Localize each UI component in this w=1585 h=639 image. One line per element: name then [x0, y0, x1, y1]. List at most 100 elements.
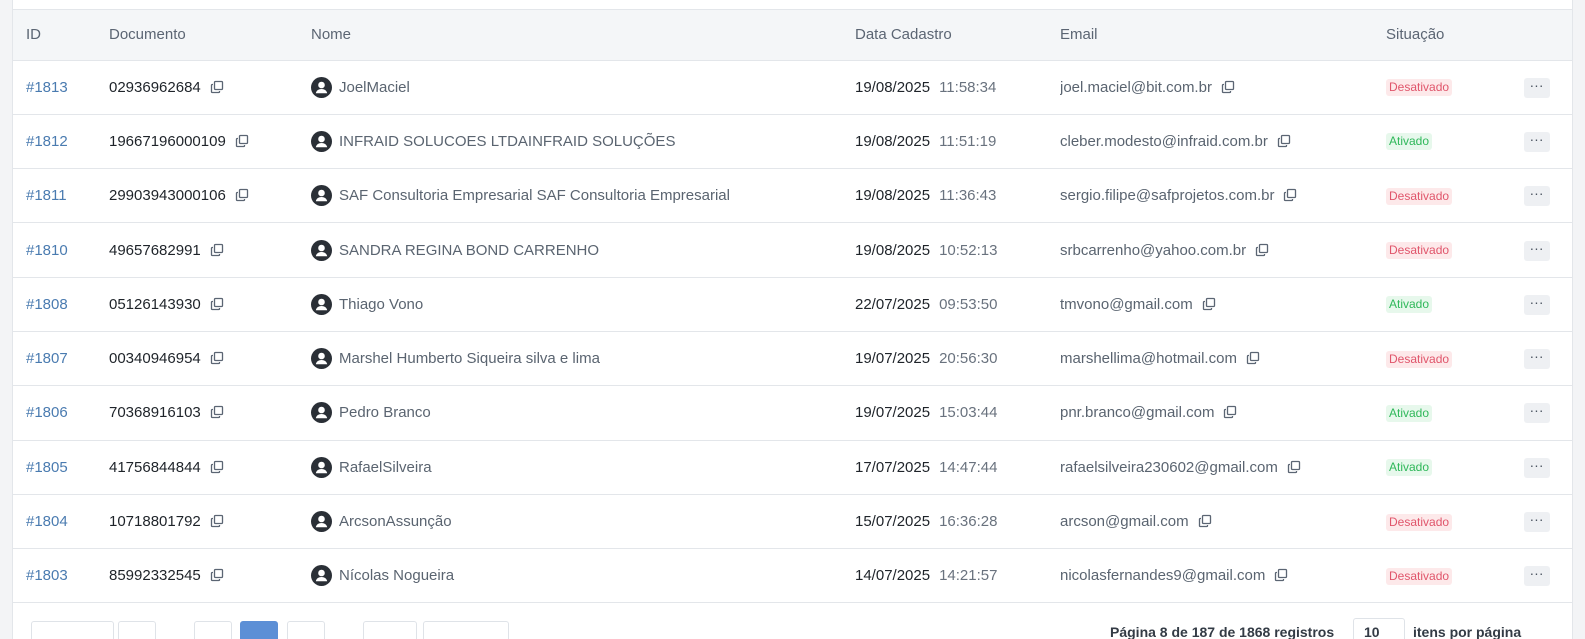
- copy-icon[interactable]: [1246, 351, 1260, 365]
- header-data-cadastro[interactable]: Data Cadastro: [855, 10, 1060, 61]
- copy-icon[interactable]: [210, 514, 224, 528]
- pagination-last-button[interactable]: [423, 621, 509, 639]
- row-id-link[interactable]: #1808: [26, 296, 68, 313]
- pagination-info: Página 8 de 187 de 1868 registros: [1110, 624, 1335, 639]
- row-nome: Pedro Branco: [339, 404, 431, 422]
- header-nome[interactable]: Nome: [311, 10, 855, 61]
- more-icon[interactable]: ···: [1523, 77, 1550, 98]
- table-row: #1811 29903943000106 SAF Consultoria Empre…: [13, 168, 1572, 224]
- copy-icon[interactable]: [1283, 188, 1297, 202]
- copy-icon[interactable]: [1274, 568, 1288, 582]
- table-row: #1807 00340946954 Marshel Humberto Siqueir…: [13, 331, 1572, 387]
- row-id-link[interactable]: #1804: [26, 513, 68, 530]
- copy-icon[interactable]: [210, 297, 224, 311]
- status-badge: Desativado: [1386, 350, 1453, 368]
- row-hora: 10:52:13: [939, 241, 998, 259]
- row-documento: 41756844844: [109, 458, 201, 476]
- row-data: 19/08/2025: [855, 132, 931, 150]
- row-data: 15/07/2025: [855, 513, 931, 531]
- row-email: srbcarrenho@yahoo.com.br: [1060, 241, 1247, 259]
- row-hora: 11:36:43: [939, 187, 997, 205]
- row-data: 19/08/2025: [855, 187, 931, 205]
- row-email: nicolasfernandes9@gmail.com: [1060, 567, 1266, 585]
- copy-icon[interactable]: [210, 460, 224, 474]
- copy-icon[interactable]: [1221, 80, 1235, 94]
- more-icon[interactable]: ···: [1523, 457, 1550, 478]
- more-icon[interactable]: ···: [1523, 349, 1550, 370]
- status-badge: Desativado: [1386, 79, 1453, 97]
- more-icon[interactable]: ···: [1523, 566, 1550, 587]
- row-id-link[interactable]: #1806: [26, 404, 68, 421]
- row-id-link[interactable]: #1813: [26, 79, 68, 96]
- more-icon[interactable]: ···: [1523, 512, 1550, 533]
- row-id-link[interactable]: #1805: [26, 459, 68, 476]
- row-data: 19/07/2025: [855, 350, 931, 368]
- copy-icon[interactable]: [210, 243, 224, 257]
- copy-icon[interactable]: [1287, 460, 1301, 474]
- copy-icon[interactable]: [235, 188, 249, 202]
- row-id-link[interactable]: #1810: [26, 242, 68, 259]
- row-data: 22/07/2025: [855, 295, 931, 313]
- row-nome: SANDRA REGINA BOND CARRENHO: [339, 241, 600, 259]
- row-hora: 09:53:50: [939, 295, 998, 313]
- pagination-prev-button[interactable]: [118, 621, 156, 639]
- table-row: #1805 41756844844 RafaelSilveira 17/07/2025…: [13, 440, 1572, 495]
- row-id-link[interactable]: #1812: [26, 133, 68, 150]
- copy-icon[interactable]: [1198, 514, 1212, 528]
- header-documento[interactable]: Documento: [109, 10, 311, 61]
- copy-icon[interactable]: [210, 351, 224, 365]
- row-data: 14/07/2025: [855, 567, 931, 585]
- copy-icon[interactable]: [1255, 243, 1269, 257]
- status-badge: Desativado: [1386, 187, 1453, 205]
- table-row: #1810 49657682991 SANDRA REGINA BOND CARRE…: [13, 222, 1572, 278]
- row-hora: 20:56:30: [939, 350, 998, 368]
- status-badge: Desativado: [1386, 513, 1453, 531]
- row-nome: Nícolas Nogueira: [339, 567, 455, 585]
- per-page-label: itens por página: [1413, 624, 1522, 639]
- pagination-page-button[interactable]: [287, 621, 325, 639]
- table-row: #1808 05126143930 Thiago Vono 22/07/2025 09:…: [13, 277, 1572, 332]
- user-avatar-icon: [311, 402, 332, 424]
- row-id-link[interactable]: #1803: [26, 567, 68, 584]
- copy-icon[interactable]: [210, 80, 224, 94]
- copy-icon[interactable]: [1202, 297, 1216, 311]
- more-icon[interactable]: ···: [1523, 240, 1550, 261]
- row-documento: 05126143930: [109, 295, 201, 313]
- pagination-current-page-button[interactable]: [240, 621, 278, 639]
- copy-icon[interactable]: [1277, 134, 1291, 148]
- copy-icon[interactable]: [210, 405, 224, 419]
- header-id[interactable]: ID: [13, 10, 109, 61]
- row-id-link[interactable]: #1807: [26, 350, 68, 367]
- more-icon[interactable]: ···: [1523, 186, 1550, 207]
- row-documento: 00340946954: [109, 350, 201, 368]
- row-data: 19/08/2025: [855, 241, 931, 259]
- user-avatar-icon: [311, 565, 332, 587]
- row-data: 19/07/2025: [855, 404, 931, 422]
- copy-icon[interactable]: [210, 568, 224, 582]
- row-email: tmvono@gmail.com: [1060, 295, 1193, 313]
- row-email: joel.maciel@bit.com.br: [1060, 78, 1212, 96]
- table-row: #1813 02936962684 JoelMaciel 19/08/2025 11:5…: [13, 60, 1572, 115]
- row-hora: 14:21:57: [939, 567, 998, 585]
- per-page-select[interactable]: 10: [1353, 618, 1405, 639]
- more-icon[interactable]: ···: [1523, 294, 1550, 315]
- row-email: marshellima@hotmail.com: [1060, 350, 1237, 368]
- table-row: #1804 10718801792 ArcsonAssunção 15/07/2025…: [13, 494, 1572, 550]
- row-id-link[interactable]: #1811: [26, 187, 67, 204]
- copy-icon[interactable]: [235, 134, 249, 148]
- more-icon[interactable]: ···: [1523, 131, 1550, 152]
- row-nome: RafaelSilveira: [339, 458, 432, 476]
- pagination-first-button[interactable]: [31, 621, 114, 639]
- header-email[interactable]: Email: [1060, 10, 1386, 61]
- status-badge: Ativado: [1386, 296, 1433, 314]
- copy-icon[interactable]: [1223, 405, 1237, 419]
- pagination-next-button[interactable]: [363, 621, 417, 639]
- row-email: rafaelsilveira230602@gmail.com: [1060, 458, 1278, 476]
- header-situacao[interactable]: Situação: [1386, 10, 1501, 61]
- row-email: pnr.branco@gmail.com: [1060, 404, 1215, 422]
- pagination-page-button[interactable]: [194, 621, 232, 639]
- row-email: cleber.modesto@infraid.com.br: [1060, 132, 1268, 150]
- more-icon[interactable]: ···: [1523, 403, 1550, 424]
- user-avatar-icon: [311, 239, 332, 261]
- user-avatar-icon: [311, 293, 332, 315]
